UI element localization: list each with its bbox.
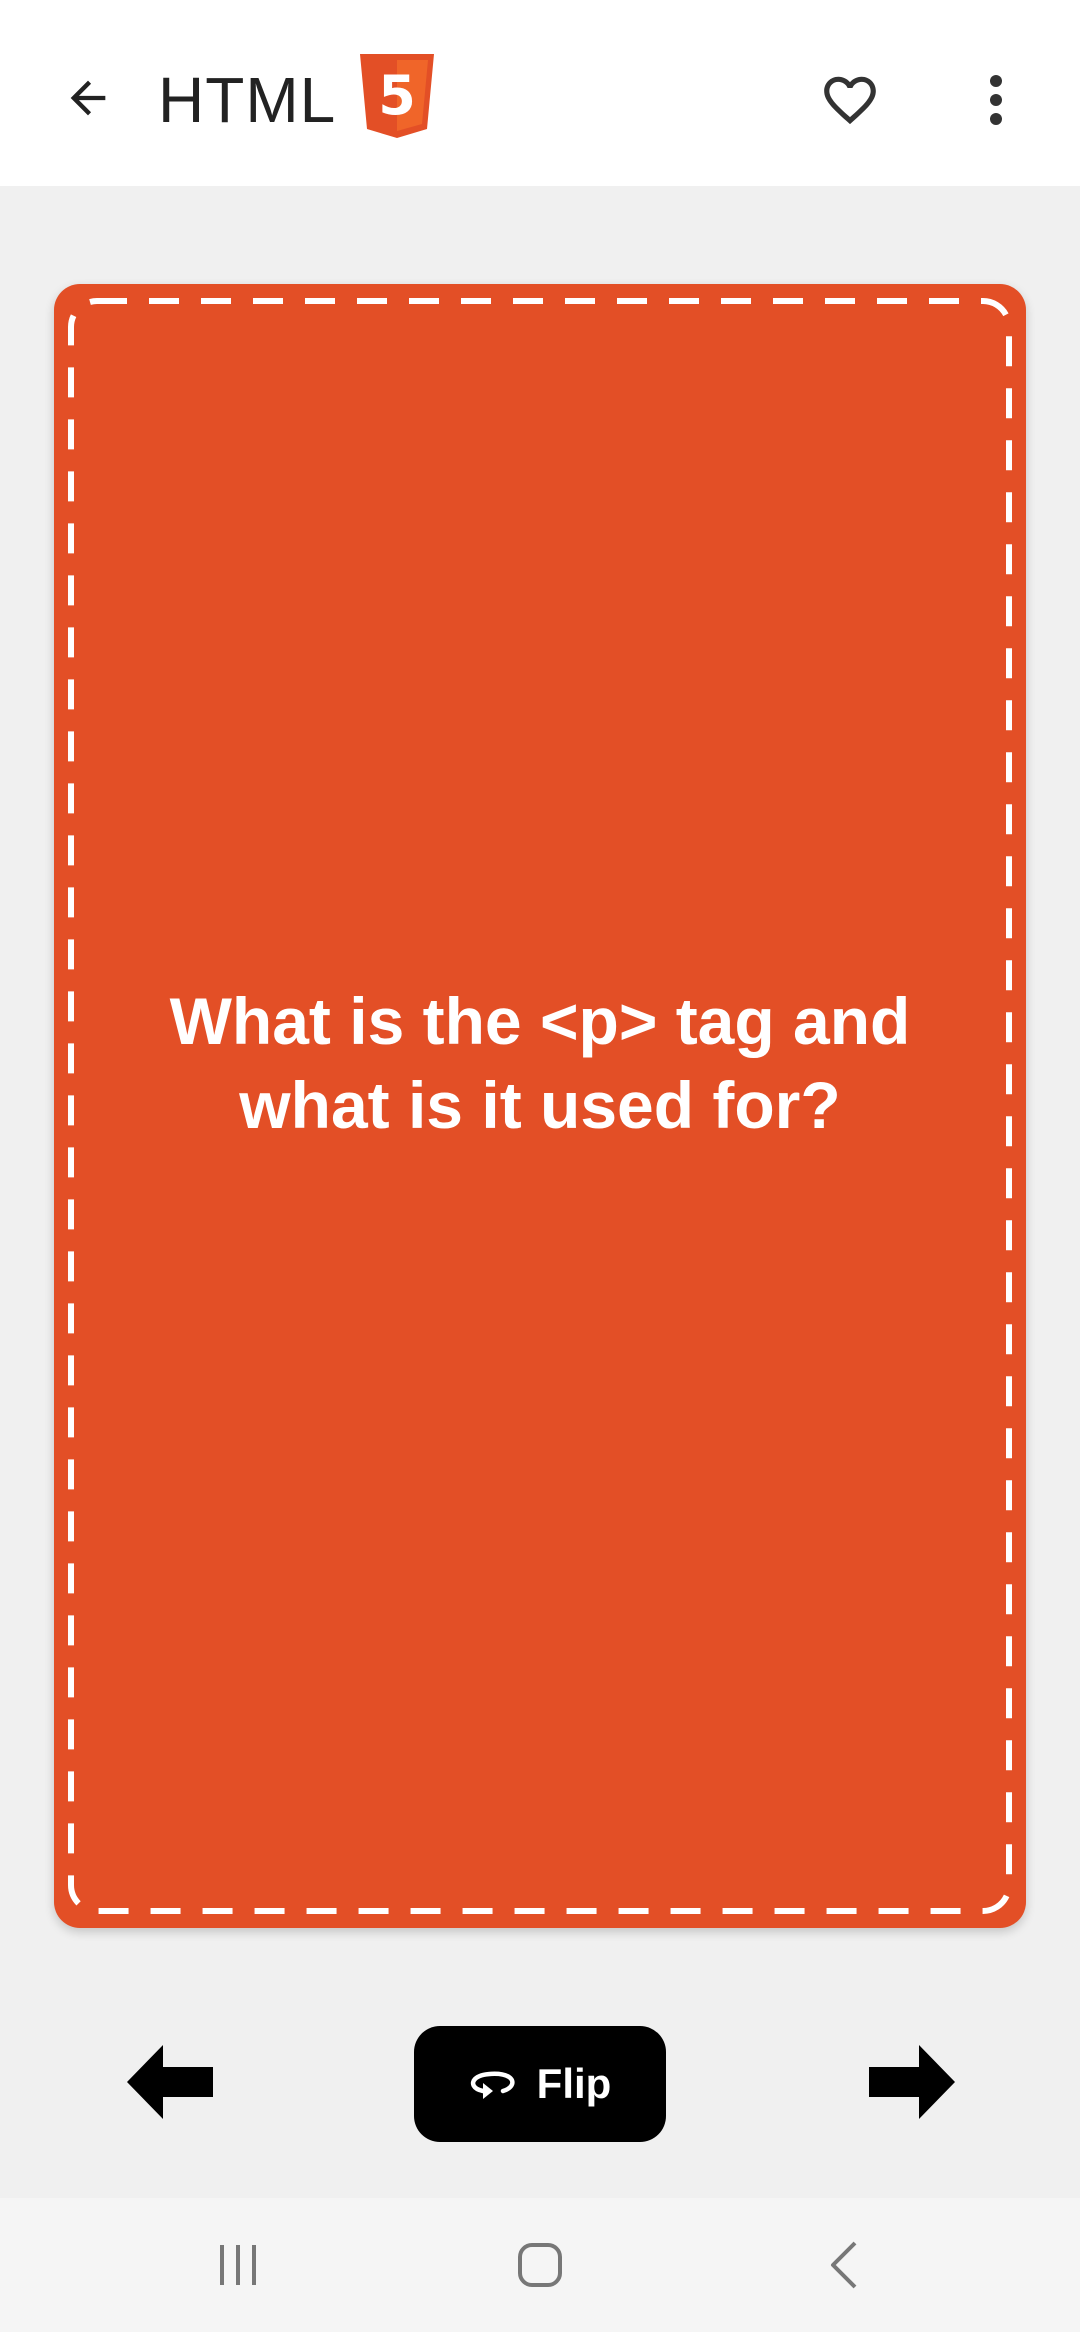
home-button[interactable] <box>500 2232 580 2298</box>
arrow-left-icon <box>70 80 106 116</box>
html5-logo-icon: 5 <box>360 54 434 138</box>
app-bar: HTML 5 <box>0 0 1080 186</box>
arrow-left-bold-icon <box>127 2045 213 2119</box>
html5-logo-digit: 5 <box>378 64 416 127</box>
system-back-button[interactable] <box>806 2232 882 2298</box>
previous-card-button[interactable] <box>118 2040 222 2124</box>
flip-button[interactable]: Flip <box>414 2026 666 2142</box>
home-icon <box>518 2243 562 2287</box>
heart-outline-icon <box>824 76 876 125</box>
favorite-button[interactable] <box>806 56 894 144</box>
flip-label: Flip <box>536 2060 612 2107</box>
system-nav-bar <box>0 2198 1080 2332</box>
arrow-right-bold-icon <box>869 2045 955 2119</box>
system-back-icon <box>831 2241 857 2289</box>
flashcard[interactable]: What is the <p> tag and what is it used … <box>54 284 1026 1928</box>
recents-icon <box>220 2245 256 2285</box>
flashcard-question: What is the <p> tag and what is it used … <box>169 984 911 1142</box>
page-title: HTML <box>158 64 337 136</box>
back-button[interactable] <box>40 56 136 140</box>
recents-button[interactable] <box>200 2232 276 2298</box>
more-options-button[interactable] <box>952 56 1040 144</box>
flip-rotate-icon <box>470 2071 515 2099</box>
more-vertical-icon <box>990 75 1002 125</box>
next-card-button[interactable] <box>860 2040 964 2124</box>
